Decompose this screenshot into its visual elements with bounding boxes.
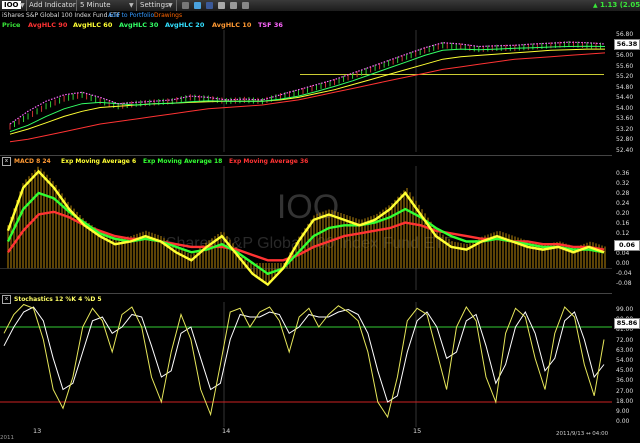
add-indicator-button[interactable]: Add Indicator bbox=[29, 0, 76, 11]
axis-tick-label: 53.20 bbox=[616, 125, 634, 133]
axis-tick-label: 56.00 bbox=[616, 52, 634, 59]
up-arrow-icon: ▲ bbox=[593, 2, 598, 9]
axis-tick-label: 52.80 bbox=[616, 136, 634, 143]
axis-tick-label: 99.00 bbox=[616, 306, 634, 313]
price-chart[interactable] bbox=[0, 30, 612, 152]
toolbar-divider bbox=[76, 0, 77, 11]
facebook-icon[interactable] bbox=[206, 2, 213, 9]
axis-tick-label: 54.00 bbox=[616, 104, 634, 112]
macd-axis: 0.360.320.280.240.200.160.120.080.040.00… bbox=[612, 166, 640, 290]
indicator-avghlc60[interactable]: AvgHLC 60 bbox=[73, 21, 112, 30]
axis-tick-label: 36.00 bbox=[616, 377, 634, 385]
axis-tick-label: 0.12 bbox=[616, 230, 630, 237]
axis-tick-label: 0.24 bbox=[616, 200, 630, 207]
axis-tick-label: 72.00 bbox=[616, 336, 634, 344]
camera-icon[interactable] bbox=[242, 2, 249, 9]
macd-title-bar: x MACD 8 24 Exp Moving Average 6 Exp Mov… bbox=[0, 157, 400, 166]
crosshair-icon[interactable] bbox=[182, 2, 189, 9]
toolbar-divider bbox=[176, 0, 177, 11]
sub-header: iShares S&P Global 100 Index Fund ETF Ad… bbox=[0, 11, 640, 21]
axis-tick-label: 54.40 bbox=[616, 94, 634, 101]
year-label: 2011 bbox=[0, 435, 14, 441]
axis-tick-label: 45.00 bbox=[616, 367, 634, 375]
axis-tick-label: 55.20 bbox=[616, 73, 634, 80]
drawings-link[interactable]: Drawings bbox=[154, 11, 182, 21]
toolbar-divider bbox=[26, 0, 27, 11]
email-icon[interactable] bbox=[218, 2, 225, 9]
axis-tick-label: 0.36 bbox=[616, 170, 630, 177]
change-value: 1.13 (2.05%) bbox=[600, 1, 640, 9]
toolbar-divider bbox=[136, 0, 137, 11]
timestamp: 2011/9/13 ↔ 04:00 bbox=[556, 431, 609, 437]
indicator-avghlc90[interactable]: AvgHLC 90 bbox=[28, 21, 67, 30]
fund-name: iShares S&P Global 100 Index Fund ETF bbox=[2, 12, 121, 19]
axis-tick-label: 63.00 bbox=[616, 346, 634, 354]
indicator-avghlc30[interactable]: AvgHLC 30 bbox=[119, 21, 158, 30]
macd-legend-ema36: Exp Moving Average 36 bbox=[229, 158, 309, 165]
price-last-value: 56.38 bbox=[614, 39, 640, 50]
axis-tick-label: 54.80 bbox=[616, 83, 634, 91]
avg-line bbox=[9, 52, 606, 143]
macd-legend-ema6: Exp Moving Average 6 bbox=[61, 158, 137, 165]
axis-tick-label: -0.04 bbox=[616, 270, 632, 277]
symbol-field[interactable]: IOO bbox=[2, 1, 21, 9]
axis-tick-label: -0.08 bbox=[616, 280, 632, 287]
time-axis: 2011 13 14 15 2011/9/13 ↔ 04:00 bbox=[0, 427, 640, 443]
axis-tick-label: 53.60 bbox=[616, 115, 634, 122]
stoch-last-value: 85.86 bbox=[614, 318, 640, 329]
axis-tick-label: 52.40 bbox=[616, 146, 634, 154]
axis-tick-label: 0.16 bbox=[616, 220, 630, 227]
axis-tick-label: 56.80 bbox=[616, 31, 634, 38]
interval-dropdown-icon[interactable]: ▼ bbox=[129, 0, 134, 11]
time-label-15: 15 bbox=[413, 427, 422, 435]
indicator-price[interactable]: Price bbox=[2, 21, 20, 30]
time-label-14: 14 bbox=[222, 427, 231, 435]
macd-last-value: 0.06 bbox=[614, 240, 640, 251]
print-icon[interactable] bbox=[230, 2, 237, 9]
interval-select[interactable]: 5 Minute bbox=[80, 0, 111, 11]
axis-tick-label: 0.00 bbox=[616, 260, 630, 267]
close-icon[interactable]: x bbox=[2, 157, 11, 166]
axis-tick-label: 27.00 bbox=[616, 387, 634, 395]
indicator-avghlc20[interactable]: AvgHLC 20 bbox=[165, 21, 204, 30]
axis-tick-label: 0.04 bbox=[616, 250, 630, 257]
twitter-icon[interactable] bbox=[194, 2, 201, 9]
stoch-d-line bbox=[3, 306, 605, 403]
axis-tick-label: 18.00 bbox=[616, 397, 634, 405]
axis-tick-label: 9.00 bbox=[616, 408, 630, 415]
axis-tick-label: 0.20 bbox=[616, 210, 630, 217]
axis-tick-label: 0.32 bbox=[616, 180, 630, 187]
stochastics-chart[interactable] bbox=[0, 302, 612, 427]
settings-dropdown-icon[interactable]: ▼ bbox=[168, 0, 173, 11]
time-label-13: 13 bbox=[33, 427, 42, 435]
settings-button[interactable]: Settings bbox=[140, 0, 169, 11]
macd-chart[interactable]: IOOiShares S&P Global 100 Index Fund ETF bbox=[0, 166, 612, 290]
tsf-line bbox=[9, 41, 606, 125]
axis-tick-label: 54.00 bbox=[616, 357, 634, 364]
indicator-tsf36[interactable]: TSF 36 bbox=[258, 21, 283, 30]
watermark-symbol: IOO bbox=[277, 188, 339, 226]
add-to-portfolio-link[interactable]: Add to Portfolio bbox=[108, 11, 154, 21]
macd-title: MACD 8 24 bbox=[14, 158, 51, 165]
indicator-avghlc10[interactable]: AvgHLC 10 bbox=[212, 21, 251, 30]
indicator-legend: Price AvgHLC 90 AvgHLC 60 AvgHLC 30 AvgH… bbox=[0, 21, 640, 30]
axis-tick-label: 0.00 bbox=[616, 418, 630, 426]
symbol-dropdown-icon[interactable]: ▼ bbox=[20, 0, 25, 11]
axis-tick-label: 0.28 bbox=[616, 190, 630, 197]
axis-tick-label: 55.60 bbox=[616, 62, 634, 70]
macd-legend-ema18: Exp Moving Average 18 bbox=[143, 158, 223, 165]
